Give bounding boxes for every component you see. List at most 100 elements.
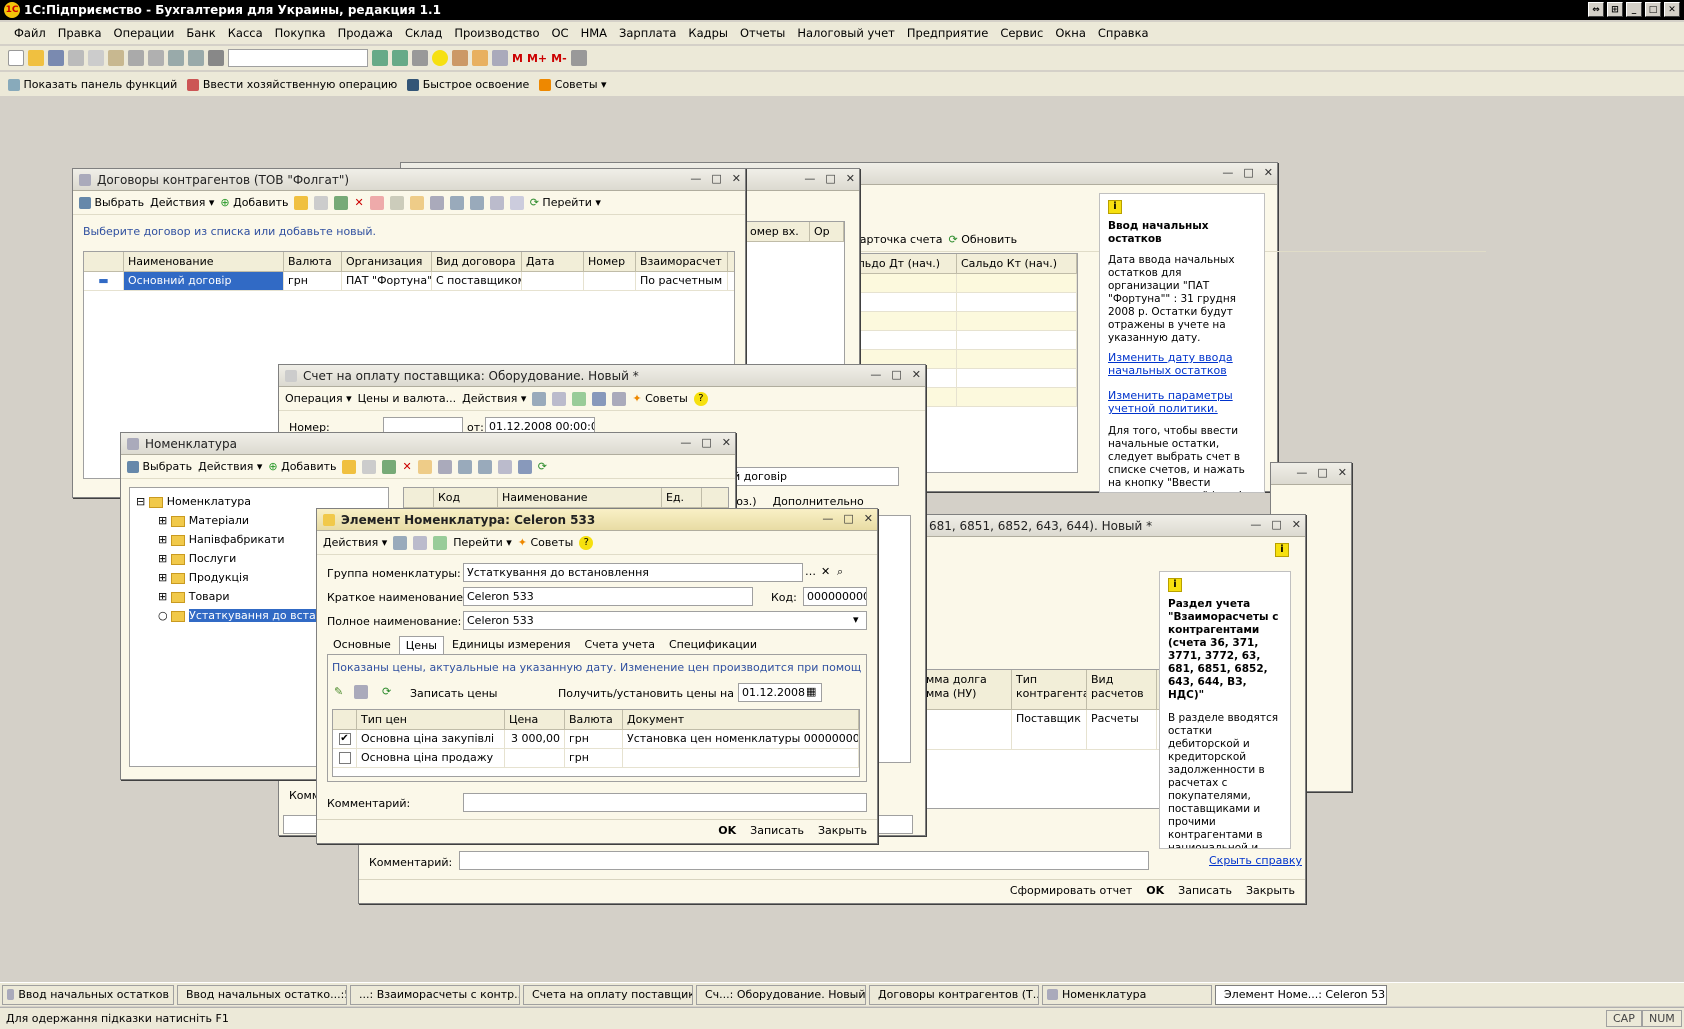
refresh-icon[interactable]: ⟳ (538, 460, 547, 473)
short-name-input[interactable]: Celeron 533 (463, 587, 753, 606)
refresh-icon[interactable]: ⟳ (382, 685, 391, 698)
minimize-icon[interactable]: — (690, 172, 701, 185)
ok-button[interactable]: OK (1146, 884, 1164, 903)
close-icon[interactable]: ✕ (912, 368, 921, 381)
cell-organization[interactable]: ПАТ "Фортуна" (342, 272, 432, 290)
filter-icon[interactable] (449, 195, 464, 210)
save-icon[interactable] (354, 685, 368, 699)
hierarchy-icon[interactable] (389, 195, 404, 210)
mark-delete-icon[interactable] (369, 195, 384, 210)
goto-icon[interactable] (517, 459, 532, 474)
menu-item[interactable]: Отчеты (734, 26, 791, 40)
col-counterparty-type[interactable]: Тип контрагента (1012, 670, 1087, 709)
search-next-icon[interactable] (372, 50, 388, 66)
minimize-button[interactable]: _ (1626, 2, 1642, 17)
close-icon[interactable]: ✕ (864, 512, 873, 525)
window-icon[interactable] (412, 50, 428, 66)
enter-operation-button[interactable]: Ввести хозяйственную операцию (187, 78, 397, 91)
tips-button[interactable]: ✦ Советы (632, 392, 687, 405)
col-name[interactable]: Наименование (124, 252, 284, 271)
maximize-icon[interactable]: □ (825, 172, 835, 185)
maximize-icon[interactable]: □ (1317, 466, 1327, 479)
task-button[interactable]: Договоры контрагентов (Т... (869, 984, 1039, 1005)
menu-item[interactable]: Правка (52, 26, 108, 40)
search-combo[interactable] (228, 49, 368, 67)
tree-icon[interactable] (409, 195, 424, 210)
task-button[interactable]: Счета на оплату поставщик... (523, 984, 693, 1005)
paste-icon[interactable] (108, 50, 124, 66)
col-contract-type[interactable]: Вид договора (432, 252, 522, 271)
sort-icon[interactable] (497, 459, 512, 474)
close-icon[interactable]: ✕ (1264, 166, 1273, 179)
close-icon[interactable]: ✕ (1292, 518, 1301, 531)
menu-item[interactable]: Предприятие (901, 26, 994, 40)
edit-icon[interactable]: ✎ (334, 685, 343, 698)
show-panel-button[interactable]: Показать панель функций (8, 78, 177, 91)
cell-number[interactable] (584, 272, 636, 290)
tab-specs[interactable]: Спецификации (663, 636, 763, 654)
account-card-button[interactable]: Карточка счета (852, 233, 943, 246)
delete-icon[interactable]: ✕ (354, 196, 363, 209)
menu-item[interactable]: ОС (545, 26, 574, 40)
row-checkbox[interactable]: ✔ (338, 733, 351, 745)
menu-item[interactable]: Касса (222, 26, 269, 40)
table-row[interactable]: Основна ціна продажу грн (333, 749, 859, 768)
tab-main[interactable]: Основные (327, 636, 397, 654)
open-icon[interactable] (28, 50, 44, 66)
cell-currency[interactable]: грн (565, 749, 623, 767)
cell-settlement-kind[interactable]: Расчеты (1087, 710, 1157, 749)
cell-debt[interactable] (922, 710, 1012, 749)
resize-icon[interactable]: ⊞ (1607, 2, 1623, 17)
copy-icon[interactable] (88, 50, 104, 66)
close-button[interactable]: Закрыть (1246, 884, 1295, 903)
task-button[interactable]: ...: Взаиморасчеты с контр... (350, 984, 520, 1005)
task-button[interactable]: Сч...: Оборудование. Новый * (696, 984, 866, 1005)
maximize-icon[interactable]: □ (843, 512, 853, 525)
cell-document[interactable] (623, 749, 859, 767)
menu-item[interactable]: Налоговый учет (791, 26, 901, 40)
cell-currency[interactable]: грн (284, 272, 342, 290)
tab-accounts[interactable]: Счета учета (578, 636, 661, 654)
save-icon[interactable] (48, 50, 64, 66)
col-credit[interactable]: Сальдо Кт (нач.) (957, 254, 1077, 273)
comment-input[interactable] (459, 851, 1149, 870)
col-date[interactable]: Дата (522, 252, 584, 271)
close-icon[interactable]: ✕ (732, 172, 741, 185)
refresh-icon[interactable] (572, 391, 587, 406)
tools-icon[interactable] (570, 50, 587, 66)
refresh-icon[interactable] (433, 535, 448, 550)
cell-price-type[interactable]: Основна ціна продажу (357, 749, 505, 767)
memory-plus-icon[interactable]: M+ (527, 52, 547, 65)
goto-menu[interactable]: Перейти ▾ (453, 536, 512, 549)
menu-item[interactable]: Сервис (994, 26, 1049, 40)
menu-item[interactable]: Справка (1092, 26, 1155, 40)
maximize-button[interactable]: □ (1645, 2, 1661, 17)
group-clear-icon[interactable]: ✕ (821, 565, 830, 578)
group-select-icon[interactable]: … (805, 565, 816, 578)
cell-contract-type[interactable]: С поставщиком (432, 272, 522, 290)
actions-menu[interactable]: Действия ▾ (462, 392, 526, 405)
menu-item[interactable]: Зарплата (613, 26, 682, 40)
comment-input[interactable] (463, 793, 867, 812)
minimize-icon[interactable]: — (804, 172, 815, 185)
quick-start-button[interactable]: Быстрое освоение (407, 78, 529, 91)
col-code[interactable]: Код (434, 488, 498, 507)
table-row[interactable]: ▬ Основний договір грн ПАТ "Фортуна" С п… (84, 272, 734, 291)
actions-menu[interactable]: Действия ▾ (150, 196, 214, 209)
level-up-icon[interactable] (437, 459, 452, 474)
ok-button[interactable]: OK (718, 824, 736, 843)
undo-icon[interactable] (168, 50, 184, 66)
maximize-icon[interactable]: □ (891, 368, 901, 381)
new-doc-icon[interactable] (8, 50, 24, 66)
close-button[interactable]: Закрыть (818, 824, 867, 843)
col-price[interactable]: Цена (505, 710, 565, 729)
prices-button[interactable]: Цены и валюта... (358, 392, 456, 405)
menu-item[interactable]: НМА (575, 26, 613, 40)
maximize-icon[interactable]: □ (1271, 518, 1281, 531)
menu-item[interactable]: Файл (8, 26, 52, 40)
filter-value-icon[interactable] (477, 459, 492, 474)
full-name-input[interactable]: Celeron 533 (463, 611, 867, 630)
info-icon[interactable]: i (1275, 543, 1289, 557)
sort-icon[interactable] (489, 195, 504, 210)
col-extra[interactable]: Дополнительно (773, 495, 864, 508)
